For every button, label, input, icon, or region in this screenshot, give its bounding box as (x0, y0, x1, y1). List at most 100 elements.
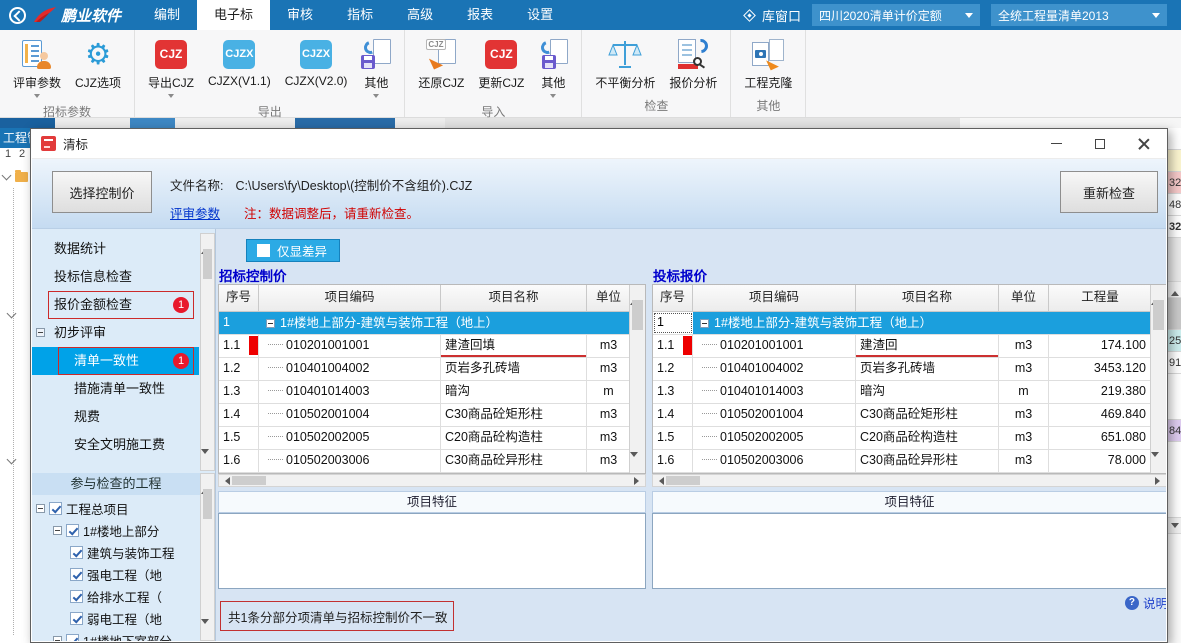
table-row[interactable]: 1.2010401004002页岩多孔砖墙m33453.120 (653, 358, 1166, 381)
scroll-thumb[interactable] (632, 300, 643, 330)
tree-item-4[interactable]: 给排水工程（ (32, 585, 199, 607)
scroll-right-icon[interactable] (634, 477, 643, 485)
table-row[interactable]: 1.1010201001001建渣回m3174.100 (653, 335, 1166, 358)
checkbox[interactable] (70, 546, 83, 559)
sidebar-item-4[interactable]: 清单一致性1 (32, 347, 199, 375)
checkbox[interactable] (66, 524, 79, 537)
ribbon-button[interactable]: 其他 (354, 32, 398, 101)
checkbox[interactable] (70, 612, 83, 625)
table-row[interactable]: 1.3010401014003暗沟m219.380 (653, 381, 1166, 404)
scroll-right-icon[interactable] (1155, 477, 1164, 485)
feature-textarea-left[interactable] (218, 513, 646, 589)
ribbon-button[interactable]: 报价分析 (662, 32, 724, 91)
close-button[interactable] (1122, 129, 1166, 158)
menu-item-1[interactable]: 电子标 (197, 0, 270, 30)
checkbox[interactable] (70, 568, 83, 581)
scroll-down-arrow[interactable] (630, 457, 645, 472)
collapse-icon[interactable] (53, 526, 62, 535)
collapse-icon[interactable] (53, 636, 62, 642)
control-table-hscrollbar[interactable] (218, 474, 646, 487)
sidebar-scrollbar[interactable] (200, 233, 215, 471)
collapse-icon[interactable] (36, 328, 45, 337)
scroll-down-arrow[interactable] (201, 624, 214, 639)
menu-item-3[interactable]: 指标 (330, 0, 390, 30)
menu-item-4[interactable]: 高级 (390, 0, 450, 30)
help-link[interactable]: 说明 (1143, 593, 1166, 612)
table-row[interactable]: 1.6010502003006C30商品砼异形柱m3 (219, 450, 645, 473)
collapse-icon[interactable] (700, 319, 709, 328)
menu-item-6[interactable]: 设置 (510, 0, 570, 30)
scroll-up-arrow[interactable] (201, 474, 214, 489)
scroll-left-icon[interactable] (655, 477, 664, 485)
tree-item-6[interactable]: 1#楼地下室部分 (32, 629, 199, 641)
dropdown-arrow-icon[interactable] (168, 94, 174, 101)
checkbox[interactable] (70, 590, 83, 603)
sidebar-item-2[interactable]: 报价金额检查1 (32, 291, 199, 319)
table-row[interactable]: 1.4010502001004C30商品砼矩形柱m3469.840 (653, 404, 1166, 427)
maximize-button[interactable] (1078, 129, 1122, 158)
ribbon-button[interactable]: CJZ还原CJZ (411, 32, 471, 101)
table-row[interactable]: 1.6010502003006C30商品砼异形柱m378.000 (653, 450, 1166, 473)
ribbon-button[interactable]: CJZXCJZX(V2.0) (278, 32, 355, 101)
table-row[interactable]: 1.2010401004002页岩多孔砖墙m3 (219, 358, 645, 381)
feature-textarea-right[interactable] (652, 513, 1166, 589)
show-only-diff-toggle[interactable]: 仅显差异 (246, 239, 340, 262)
menu-item-0[interactable]: 编制 (137, 0, 197, 30)
tree-item-3[interactable]: 强电工程（地 (32, 563, 199, 585)
back-button[interactable] (9, 7, 26, 24)
scroll-thumb[interactable] (1153, 300, 1164, 330)
tree-item-0[interactable]: 工程总项目 (32, 497, 199, 519)
ribbon-button[interactable]: 评审参数 (6, 32, 68, 101)
tree-scrollbar[interactable] (200, 473, 215, 641)
sidebar-item-6[interactable]: 规费 (32, 403, 199, 431)
sidebar-item-3[interactable]: 初步评审 (32, 319, 199, 347)
checkbox[interactable] (66, 634, 79, 642)
scroll-left-icon[interactable] (221, 477, 230, 485)
scroll-up-arrow[interactable] (1151, 285, 1166, 300)
sidebar-item-1[interactable]: 投标信息检查 (32, 263, 199, 291)
recheck-button[interactable]: 重新检查 (1060, 171, 1158, 213)
scroll-thumb[interactable] (666, 476, 700, 485)
menu-item-2[interactable]: 审核 (270, 0, 330, 30)
diff-checkbox[interactable] (257, 244, 270, 257)
sidebar-item-5[interactable]: 措施清单一致性 (32, 375, 199, 403)
ribbon-button[interactable]: 不平衡分析 (588, 32, 662, 91)
review-params-link[interactable]: 评审参数 (170, 203, 220, 222)
library-window-button[interactable]: 库窗口 (762, 6, 801, 25)
collapse-icon[interactable] (36, 504, 45, 513)
group-row[interactable]: 11#楼地上部分-建筑与装饰工程（地上） (219, 312, 645, 335)
checkbox[interactable] (49, 502, 62, 515)
tree-item-5[interactable]: 弱电工程（地 (32, 607, 199, 629)
ribbon-button[interactable]: 其他 (531, 32, 575, 101)
collapse-icon[interactable] (266, 319, 275, 328)
tree-item-2[interactable]: 建筑与装饰工程 (32, 541, 199, 563)
bid-table-hscrollbar[interactable] (652, 474, 1166, 487)
scroll-thumb[interactable] (203, 489, 212, 519)
table-row[interactable]: 1.1010201001001建渣回填m3 (219, 335, 645, 358)
scroll-up-arrow[interactable] (630, 285, 645, 300)
table-row[interactable]: 1.5010502002005C20商品砼构造柱m3651.080 (653, 427, 1166, 450)
sidebar-item-0[interactable]: 数据统计 (32, 235, 199, 263)
minimize-button[interactable] (1034, 129, 1078, 158)
select-control-price-button[interactable]: 选择控制价 (52, 171, 152, 213)
list-standard-select[interactable]: 全统工程量清单2013 (991, 4, 1167, 26)
group-row[interactable]: 11#楼地上部分-建筑与装饰工程（地上） (653, 312, 1166, 335)
table-row[interactable]: 1.4010502001004C30商品砼矩形柱m3 (219, 404, 645, 427)
scroll-thumb[interactable] (232, 476, 266, 485)
dropdown-arrow-icon[interactable] (550, 94, 556, 101)
sidebar-item-7[interactable]: 安全文明施工费 (32, 431, 199, 459)
table-vscrollbar[interactable] (629, 285, 645, 473)
dropdown-arrow-icon[interactable] (34, 94, 40, 101)
table-row[interactable]: 1.5010502002005C20商品砼构造柱m3 (219, 427, 645, 450)
quota-standard-select[interactable]: 四川2020清单计价定额 (812, 4, 980, 26)
scroll-up-arrow[interactable] (201, 234, 214, 249)
dropdown-arrow-icon[interactable] (373, 94, 379, 101)
ribbon-button[interactable]: CJZ导出CJZ (141, 32, 201, 101)
tree-item-1[interactable]: 1#楼地上部分 (32, 519, 199, 541)
scroll-thumb[interactable] (203, 249, 212, 279)
scroll-down-arrow[interactable] (201, 454, 214, 469)
ribbon-button[interactable]: 工程克隆 (737, 32, 799, 91)
table-row[interactable]: 1.3010401014003暗沟m (219, 381, 645, 404)
ribbon-button[interactable]: CJZXCJZX(V1.1) (201, 32, 278, 101)
table-vscrollbar[interactable] (1150, 285, 1166, 473)
